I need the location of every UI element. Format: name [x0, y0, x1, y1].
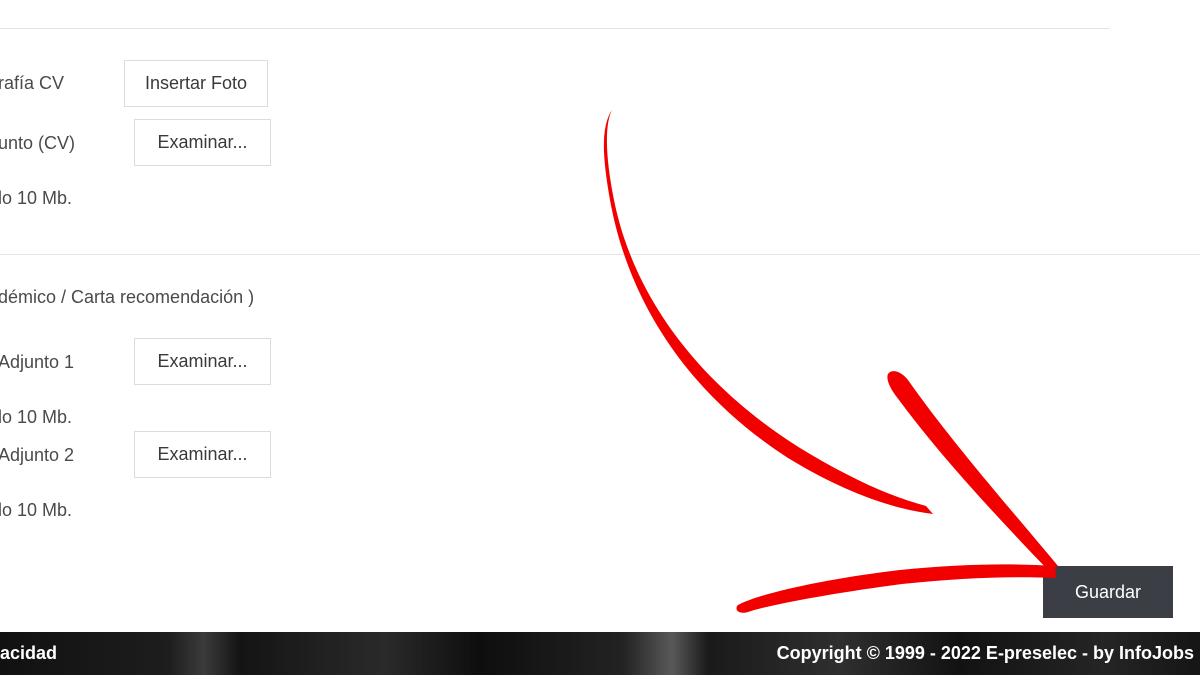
privacy-link[interactable]: acidad	[0, 643, 57, 664]
extra-docs-heading: démico / Carta recomendación )	[0, 287, 255, 307]
footer: acidad Copyright © 1999 - 2022 E-presele…	[0, 632, 1200, 675]
attachment-2-size-note: lo 10 Mb.	[0, 500, 73, 520]
cv-attachment-label: unto (CV)	[0, 133, 76, 153]
arrow-head-upper-shape	[887, 371, 1058, 572]
browse-attachment-2-button[interactable]: Examinar...	[134, 431, 271, 478]
section-divider-top	[0, 28, 1110, 29]
section-divider-middle	[0, 254, 1200, 255]
cv-size-note: lo 10 Mb.	[0, 188, 73, 208]
browse-cv-button[interactable]: Examinar...	[134, 119, 271, 166]
save-button[interactable]: Guardar	[1043, 566, 1173, 618]
arrow-curve-shape	[603, 110, 933, 514]
arrow-head-lower-shape	[736, 564, 1056, 613]
browse-attachment-1-button[interactable]: Examinar...	[134, 338, 271, 385]
insert-photo-button[interactable]: Insertar Foto	[124, 60, 268, 107]
copyright-text: Copyright © 1999 - 2022 E-preselec - by …	[776, 643, 1194, 663]
photo-cv-label: rafía CV	[0, 73, 65, 93]
attachment-1-label: Adjunto 1	[0, 352, 75, 372]
attachment-1-size-note: lo 10 Mb.	[0, 407, 73, 427]
attachment-2-label: Adjunto 2	[0, 445, 75, 465]
